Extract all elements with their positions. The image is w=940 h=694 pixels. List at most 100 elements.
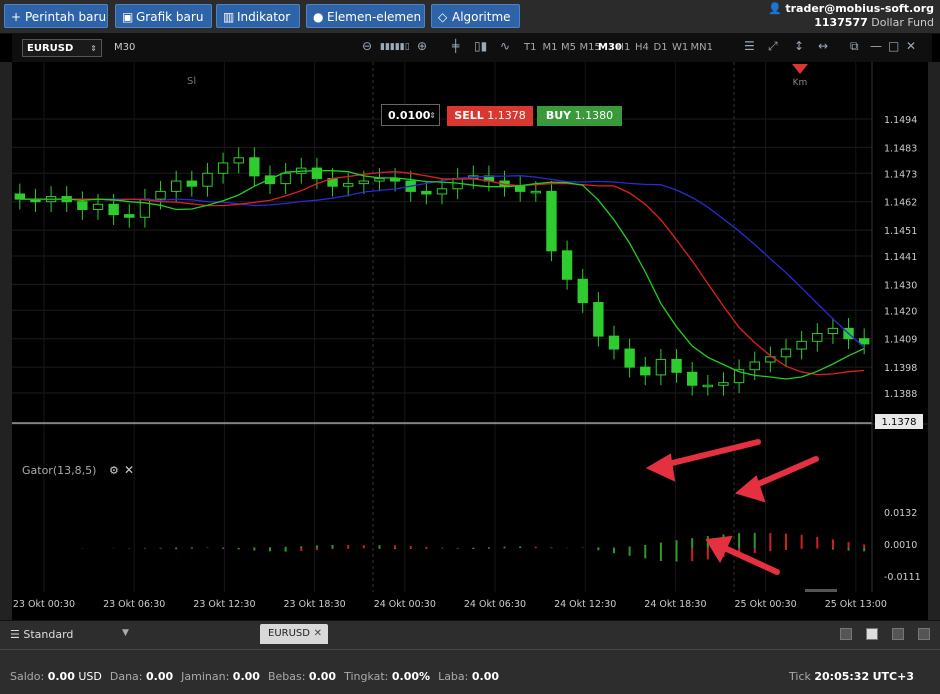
algorithm-button[interactable]: ◇Algoritme [431,4,520,28]
price-tick: 1.1388 [884,389,917,400]
gator-bar-lower [488,548,490,549]
account-info[interactable]: 👤 trader@mobius-soft.org 1137577 Dollar … [768,2,934,30]
timeframe-h1[interactable]: H1 [617,42,631,53]
chevron-down-icon[interactable]: ▼ [122,628,129,638]
timeframe-d1[interactable]: D1 [654,42,668,53]
gator-bar-lower [378,548,380,549]
gator-bar-upper [691,538,693,548]
gator-bar-lower [410,548,412,549]
timeframe-mn1[interactable]: MN1 [691,42,713,53]
gator-bar-lower [316,548,318,550]
status-bebas: Bebas: 0.00 [268,670,336,683]
gator-bar-lower [472,548,474,549]
gator-bar-upper [848,542,850,548]
price-tick: 1.1420 [884,306,917,317]
gear-icon: ⚙ [109,464,119,477]
updown-icon: ⇕ [90,40,97,58]
sl-marker: Sl [187,76,196,87]
zoom-out-icon[interactable]: ⊖ [362,39,372,53]
symbol-select[interactable]: EURUSD⇕ [22,39,102,57]
gator-bar-lower [238,548,240,549]
gator-bar-lower [691,548,693,561]
gator-bar-lower [285,548,287,552]
time-tick: 25 Okt 00:30 [734,599,796,610]
indicator-button[interactable]: ▥Indikator [216,4,300,28]
timeframe-w1[interactable]: W1 [672,42,688,53]
gator-bar-upper [676,540,678,548]
zoom-in-icon[interactable]: ⊕ [417,39,427,53]
price-tick: 1.1483 [884,143,917,154]
price-chart[interactable]: 1.14941.14831.14731.14621.14511.14411.14… [12,62,928,620]
close-icon[interactable]: ✕ [906,39,916,53]
gator-bar-lower [425,548,427,549]
gator-bar-lower [676,548,678,561]
new-order-button[interactable]: +Perintah baru [4,4,108,28]
time-tick: 24 Okt 06:30 [464,599,526,610]
menu-icon: ☰ [10,628,20,641]
gator-bar-lower [754,548,756,553]
gator-bar-upper [425,547,427,548]
layout-columns-icon[interactable] [892,628,904,640]
time-tick: 24 Okt 18:30 [644,599,706,610]
gator-bar-lower [191,548,193,549]
right-collapse-strip[interactable] [928,62,940,620]
gator-bar-lower [613,548,615,553]
timeframe-h4[interactable]: H4 [635,42,649,53]
layout-rows-icon[interactable] [918,628,930,640]
layout-grid-icon[interactable] [866,628,878,640]
vertical-line-icon[interactable]: ↕ [794,39,804,53]
time-tick: 24 Okt 12:30 [554,599,616,610]
tick-clock: Tick 20:05:32 UTC+3 [789,670,914,683]
chart-tab-eurusd[interactable]: EURUSD✕ [260,624,328,644]
horizontal-line-icon[interactable]: ↔ [818,39,828,53]
time-tick: 23 Okt 12:30 [193,599,255,610]
sell-button[interactable]: SELL 1.1378 [447,106,533,126]
km-label: Km [793,78,808,88]
gator-bar-lower [394,548,396,549]
price-tick: 1.1462 [884,198,917,209]
gator-bar-lower [175,548,177,549]
gator-bar-lower [832,548,834,550]
layout-single-icon[interactable] [840,628,852,640]
gator-bar-upper [769,533,771,548]
gator-bar-upper [300,546,302,548]
timeframe-t1[interactable]: T1 [524,42,536,53]
gator-bar-lower [347,548,349,549]
line-chart-icon[interactable]: ∿ [500,39,510,53]
timeframe-m5[interactable]: M5 [561,42,576,53]
account-summary: Saldo: 0.00 USDDana: 0.00Jaminan: 0.00Be… [10,670,507,683]
timeframe-m1[interactable]: M1 [543,42,558,53]
gator-tick: 0.0010 [884,540,917,551]
status-bar: Saldo: 0.00 USDDana: 0.00Jaminan: 0.00Be… [0,649,940,694]
bar-chart-icon[interactable]: ╪ [452,39,459,53]
gator-bar-upper [738,533,740,548]
elements-icon: ● [313,5,327,29]
popout-icon[interactable]: ⧉ [850,39,859,54]
new-chart-button[interactable]: ▣Grafik baru [115,4,212,28]
price-tick: 1.1451 [884,226,917,237]
status-jaminan: Jaminan: 0.00 [181,670,260,683]
elements-button[interactable]: ●Elemen-elemen [306,4,425,28]
account-number: 1137577 [814,16,868,29]
gator-bar-upper [550,547,552,548]
candle-chart-icon[interactable]: ▯▮ [474,39,487,53]
profile-select[interactable]: ☰ Standard [10,628,73,641]
gator-bar-lower [707,548,709,559]
horizontal-scrollbar [805,589,837,592]
indicator-name: Gator(13,8,5) [22,464,96,477]
gator-bar-lower [269,548,271,551]
maximize-icon[interactable]: □ [888,39,899,53]
chart-header: EURUSD⇕ M30 ⊖ ▮▮▮▮▮▯ ⊕ ╪ ▯▮ ∿ T1M1M5M15M… [12,34,932,63]
diamond-icon: ◇ [438,5,452,29]
price-tick: 1.1441 [884,252,917,263]
lot-size-input[interactable]: 0.0100⇕ [381,104,440,126]
left-collapse-strip[interactable] [0,62,12,620]
minimize-icon[interactable]: — [870,39,882,53]
settings-lines-icon[interactable]: ☰ [744,39,755,53]
gator-bar-lower [644,548,646,558]
trendline-icon[interactable]: ⤢ [768,39,778,54]
close-tab-icon[interactable]: ✕ [314,624,322,644]
buy-button[interactable]: BUY 1.1380 [537,106,622,126]
gator-bar-upper [394,545,396,548]
chart-icon: ▣ [122,5,136,29]
